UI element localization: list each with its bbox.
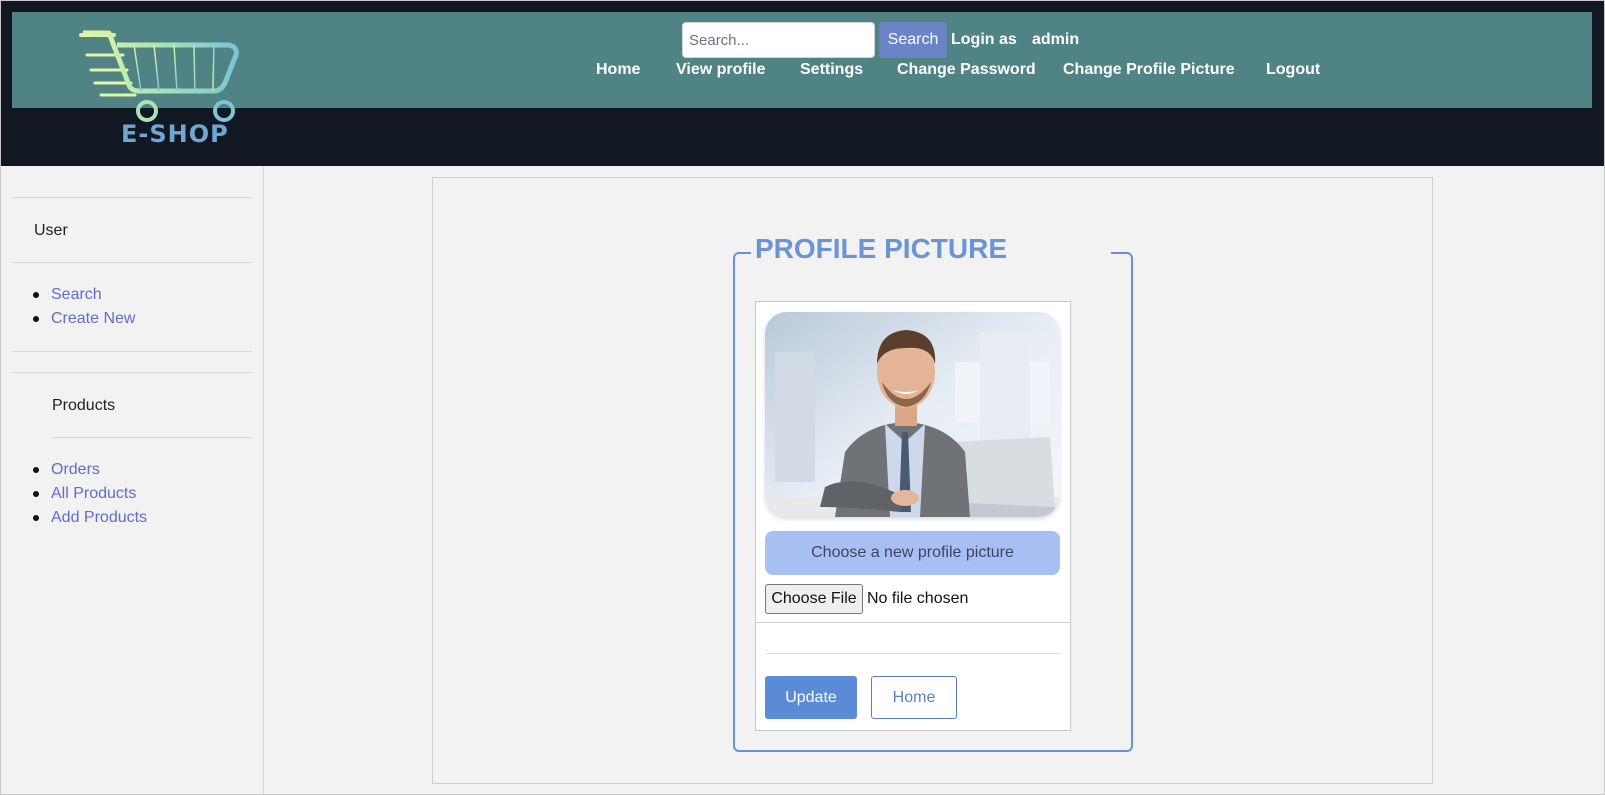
divider	[12, 262, 252, 263]
home-button[interactable]: Home	[871, 676, 957, 719]
username: admin	[1032, 31, 1080, 48]
nav-view-profile[interactable]: View profile	[676, 61, 766, 79]
sidebar-item-orders[interactable]: Orders	[51, 461, 100, 478]
login-as-label: Login as	[951, 31, 1017, 48]
divider	[766, 653, 1061, 654]
nav-logout[interactable]: Logout	[1266, 61, 1320, 79]
nav-change-password[interactable]: Change Password	[897, 61, 1036, 79]
nav-change-profile-picture[interactable]: Change Profile Picture	[1063, 61, 1235, 79]
divider	[12, 372, 252, 373]
update-button[interactable]: Update	[765, 676, 857, 719]
divider	[12, 197, 252, 198]
choose-file-button[interactable]: Choose File	[765, 584, 863, 614]
choose-new-picture-button[interactable]: Choose a new profile picture	[765, 531, 1060, 575]
sidebar-user-heading: User	[34, 222, 68, 239]
profile-picture-title: PROFILE PICTURE	[755, 233, 1008, 264]
profile-photo	[765, 312, 1060, 517]
list-item: Search	[11, 283, 135, 307]
sidebar: User Search Create New Products Orders A…	[1, 166, 264, 794]
logo-text: E-SHOP	[121, 120, 229, 148]
nav-settings[interactable]: Settings	[800, 61, 863, 79]
cart-icon	[79, 30, 239, 122]
user-links: Search Create New	[11, 283, 135, 331]
sidebar-item-add-products[interactable]: Add Products	[51, 509, 147, 526]
eshop-logo[interactable]: E-SHOP	[79, 25, 249, 155]
sidebar-products-heading: Products	[52, 397, 116, 414]
sidebar-item-create-new[interactable]: Create New	[51, 310, 135, 327]
divider	[52, 437, 252, 438]
page: E-SHOP Search Login as admin Home View p…	[0, 0, 1605, 795]
profile-photo-image	[765, 312, 1060, 517]
divider	[756, 622, 1070, 623]
sidebar-item-all-products[interactable]: All Products	[51, 485, 136, 502]
list-item: Add Products	[11, 506, 147, 530]
list-item: Create New	[11, 307, 135, 331]
file-status: No file chosen	[867, 590, 969, 607]
product-links: Orders All Products Add Products	[11, 458, 147, 530]
nav-home[interactable]: Home	[596, 61, 640, 79]
list-item: All Products	[11, 482, 147, 506]
search-input[interactable]	[682, 22, 875, 58]
sidebar-item-search[interactable]: Search	[51, 286, 102, 303]
search-button[interactable]: Search	[879, 22, 947, 58]
divider	[12, 351, 252, 352]
list-item: Orders	[11, 458, 147, 482]
